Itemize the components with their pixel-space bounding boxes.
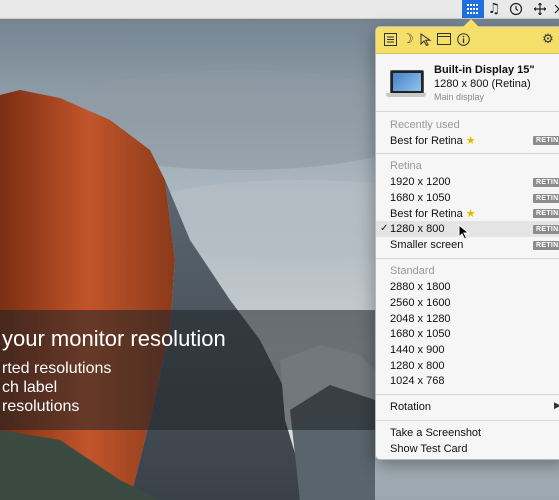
menu-item-show-test-card[interactable]: Show Test Card: [376, 441, 559, 457]
resolution-popover: ☽ ⚙ Built-in Display 15" 1280 x 800 (Ret…: [375, 26, 559, 460]
menu-item-recent-best-retina[interactable]: Best for Retina★ RETINA: [376, 132, 559, 148]
menu-item-standard[interactable]: 1680 x 1050: [376, 326, 559, 342]
banner-line: resolutions: [2, 398, 80, 415]
pointer-icon[interactable]: [418, 31, 434, 47]
gear-icon[interactable]: ⚙: [540, 31, 556, 47]
star-icon: ★: [465, 134, 476, 147]
moon-icon[interactable]: ☽: [400, 31, 416, 47]
menu-item-standard[interactable]: 1280 x 800: [376, 358, 559, 374]
mouse-cursor-icon: [458, 224, 470, 240]
clock-icon[interactable]: [508, 0, 524, 18]
laptop-icon: [386, 70, 426, 100]
music-icon[interactable]: ♫: [486, 0, 502, 18]
section-retina-title: Retina: [390, 160, 422, 172]
move-icon[interactable]: [532, 0, 548, 18]
menu-item-standard[interactable]: 1024 x 768: [376, 373, 559, 389]
section-standard-title: Standard: [390, 265, 435, 277]
divider: [376, 153, 559, 154]
menu-item-take-screenshot[interactable]: Take a Screenshot: [376, 425, 559, 441]
menu-item-standard[interactable]: 2048 x 1280: [376, 311, 559, 327]
divider: [376, 420, 559, 421]
display-resolution: 1280 x 800 (Retina): [434, 78, 531, 90]
window-icon[interactable]: [436, 31, 452, 47]
display-subtitle: Main display: [434, 92, 485, 102]
display-name: Built-in Display 15": [434, 64, 535, 76]
retina-badge: RETINA: [533, 241, 559, 250]
menu-item-standard[interactable]: 2880 x 1800: [376, 279, 559, 295]
retina-badge: RETINA: [533, 178, 559, 187]
banner-line: ch label: [2, 379, 58, 396]
star-icon: ★: [465, 207, 476, 220]
checkmark-icon: ✓: [380, 223, 389, 234]
divider: [376, 258, 559, 259]
divider: [376, 111, 559, 112]
grid-icon[interactable]: [462, 0, 484, 18]
menu-item-standard[interactable]: 1440 x 900: [376, 342, 559, 358]
menu-item-standard[interactable]: 2560 x 1600: [376, 295, 559, 311]
popover-arrow: [463, 19, 479, 27]
divider: [376, 394, 559, 395]
menu-item-retina-1680[interactable]: 1680 x 1050 RETINA: [376, 190, 559, 206]
retina-badge: RETINA: [533, 209, 559, 218]
menu-item-rotation[interactable]: Rotation ▶: [376, 399, 559, 415]
menu-item-retina-1920[interactable]: 1920 x 1200 RETINA: [376, 174, 559, 190]
banner-title: your monitor resolution: [2, 326, 226, 351]
section-recent-title: Recently used: [390, 119, 460, 131]
menu-extra-icon[interactable]: [553, 0, 559, 18]
banner-line: rted resolutions: [2, 360, 112, 377]
menu-item-retina-best[interactable]: Best for Retina★ RETINA: [376, 205, 559, 221]
info-icon[interactable]: [455, 31, 471, 47]
menu-bar: ♫: [0, 0, 559, 19]
retina-badge: RETINA: [533, 225, 559, 234]
list-icon[interactable]: [382, 31, 398, 47]
popover-toolbar: ☽ ⚙: [376, 27, 559, 54]
submenu-arrow-icon: ▶: [554, 401, 559, 411]
promo-banner: your monitor resolution rted resolutions…: [0, 310, 375, 430]
retina-badge: RETINA: [533, 194, 559, 203]
retina-badge: RETINA: [533, 136, 559, 145]
